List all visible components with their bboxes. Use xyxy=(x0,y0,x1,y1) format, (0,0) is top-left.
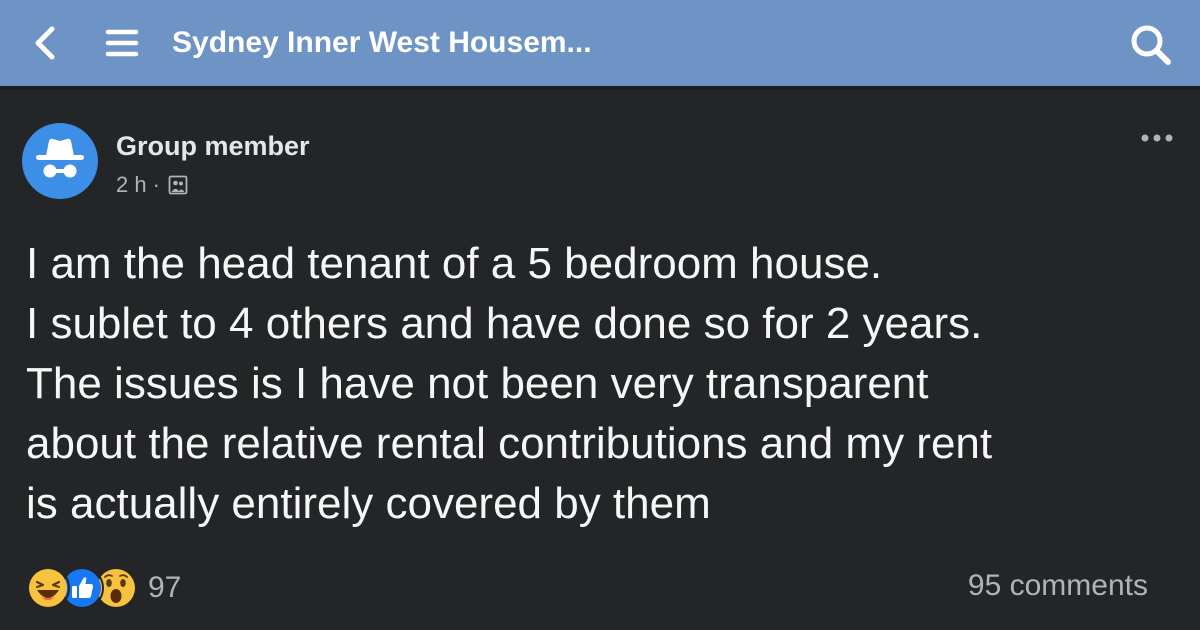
post-line: about the relative rental contributions … xyxy=(26,419,993,468)
post-time[interactable]: 2 h xyxy=(116,172,147,198)
reaction-count: 97 xyxy=(148,571,182,604)
reactions-summary[interactable]: 97 xyxy=(26,566,181,610)
meta-separator: · xyxy=(152,172,160,197)
back-chevron-icon xyxy=(35,26,55,60)
more-options-button[interactable] xyxy=(1140,128,1174,148)
post-line: I sublet to 4 others and have done so fo… xyxy=(26,299,983,348)
hamburger-menu-icon xyxy=(105,29,139,57)
author-name[interactable]: Group member xyxy=(116,131,310,162)
back-button[interactable] xyxy=(28,24,62,62)
top-bar: Sydney Inner West Housem... xyxy=(0,0,1200,90)
avatar[interactable] xyxy=(22,123,98,199)
group-audience-icon xyxy=(168,175,188,195)
menu-button[interactable] xyxy=(104,24,140,62)
more-options-icon xyxy=(1141,134,1173,142)
post-line: is actually entirely covered by them xyxy=(26,479,711,528)
anonymous-incognito-icon xyxy=(36,138,84,178)
post-line: The issues is I have not been very trans… xyxy=(26,359,929,408)
post-line: I am the head tenant of a 5 bedroom hous… xyxy=(26,239,883,288)
comments-count[interactable]: 95 comments xyxy=(968,569,1148,603)
search-icon xyxy=(1131,25,1171,65)
post-body: I am the head tenant of a 5 bedroom hous… xyxy=(26,234,1186,534)
haha-reaction-icon xyxy=(26,566,70,610)
post-meta: 2 h · xyxy=(116,172,188,198)
group-title[interactable]: Sydney Inner West Housem... xyxy=(172,22,592,64)
search-button[interactable] xyxy=(1128,22,1174,68)
